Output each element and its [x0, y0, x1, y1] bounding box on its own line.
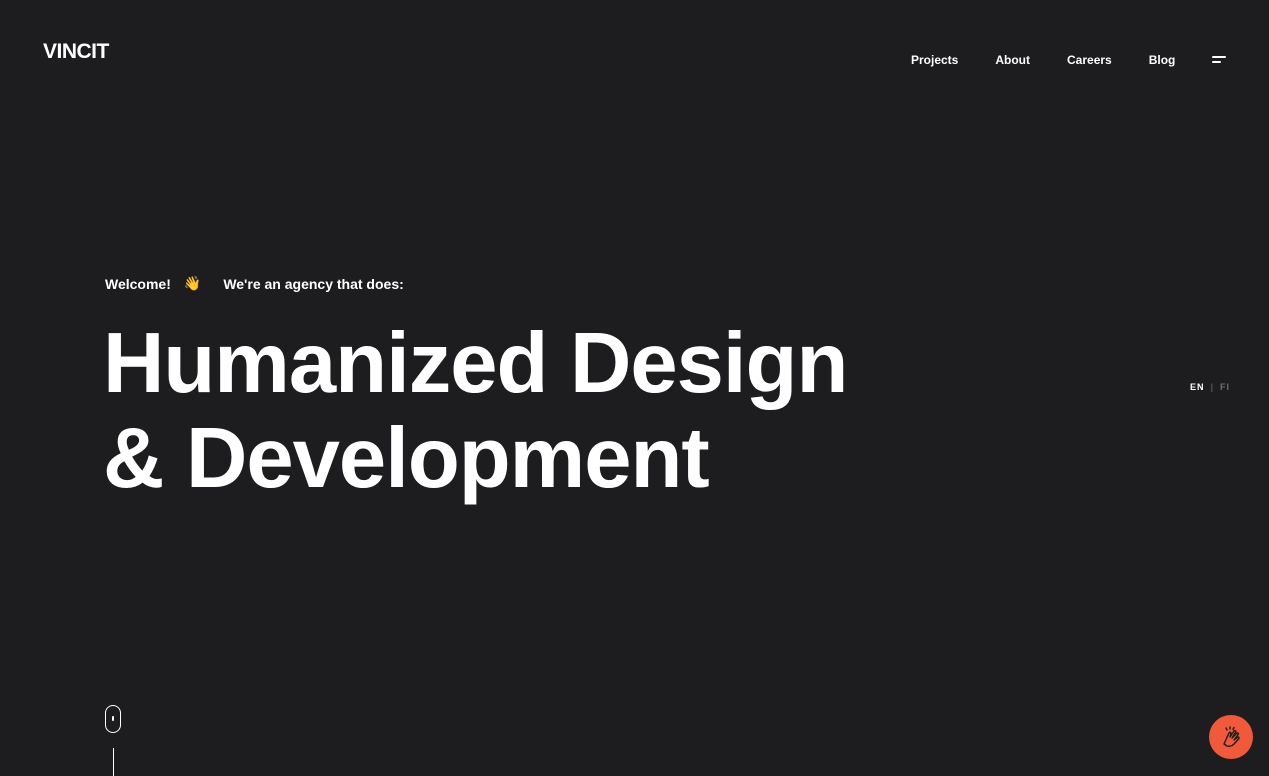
lang-fi[interactable]: FI	[1220, 382, 1230, 392]
nav-link-about[interactable]: About	[995, 53, 1030, 67]
nav-link-blog[interactable]: Blog	[1149, 53, 1176, 67]
menu-line-bottom	[1212, 61, 1221, 63]
page: VINCIT Projects About Careers Blog Welco…	[0, 0, 1269, 776]
welcome-text: Welcome!	[105, 275, 171, 292]
nav-link-projects[interactable]: Projects	[911, 53, 958, 67]
nav-link-careers[interactable]: Careers	[1067, 53, 1112, 67]
menu-line-top	[1212, 56, 1226, 58]
headline-line-1: Humanized Design	[103, 316, 848, 411]
clapping-hands-icon	[1223, 726, 1240, 747]
headline-line-2: & Development	[103, 411, 710, 506]
language-switcher: EN | FI	[1190, 382, 1230, 392]
clapping-hands-button[interactable]	[1209, 715, 1253, 759]
scroll-mouse-icon[interactable]	[105, 705, 121, 733]
waving-hand-icon: 👋	[183, 275, 202, 291]
hero-intro: Welcome! 👋 We're an agency that does:	[105, 275, 404, 292]
vincit-logo[interactable]: VINCIT	[43, 40, 109, 64]
hero-headline: Humanized Design & Development	[103, 316, 1003, 506]
scroll-indicator-line	[113, 748, 114, 776]
scroll-wheel-dot	[112, 716, 114, 721]
lang-en[interactable]: EN	[1190, 382, 1205, 392]
lang-separator: |	[1210, 382, 1215, 392]
main-nav: Projects About Careers Blog	[911, 53, 1175, 67]
tagline-text: We're an agency that does:	[223, 275, 404, 292]
hamburger-menu-icon[interactable]	[1212, 56, 1228, 66]
